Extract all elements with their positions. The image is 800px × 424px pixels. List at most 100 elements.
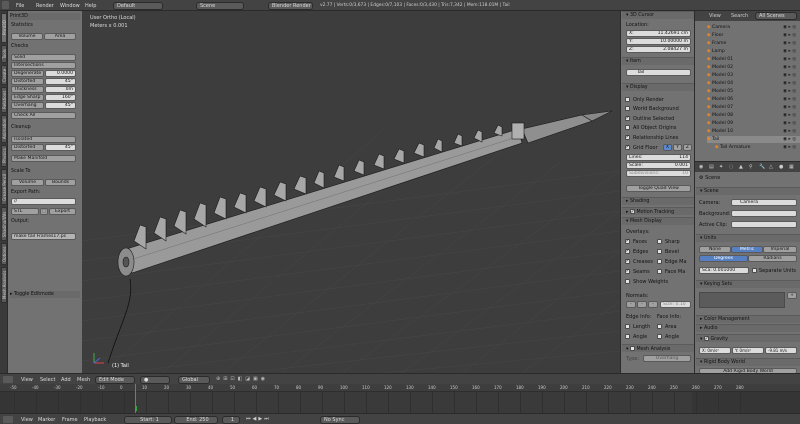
visibility-icon[interactable]: ◉ ▸ ◎ xyxy=(783,96,796,103)
world-bg-checkbox[interactable] xyxy=(625,106,630,111)
visibility-icon[interactable]: ◉ ▸ ◎ xyxy=(783,56,796,63)
scale-volume-button[interactable]: Volume xyxy=(11,179,44,186)
panel-3d-cursor[interactable]: ▾ 3D Cursor xyxy=(622,11,694,19)
radians-button[interactable]: Radians xyxy=(748,255,797,262)
tab-animation[interactable]: Animation xyxy=(1,115,7,143)
cursor-y-field[interactable]: Y: 10.00000 m xyxy=(626,38,691,45)
degrees-button[interactable]: Degrees xyxy=(699,255,748,262)
visibility-icon[interactable]: ◉ ▸ ◎ xyxy=(783,112,796,119)
layout-select[interactable]: Default xyxy=(113,1,163,10)
outliner-item[interactable]: ◆ Model 06 ◉ ▸ ◎ xyxy=(707,96,800,103)
visibility-icon[interactable]: ◉ ▸ ◎ xyxy=(783,48,796,55)
face-angle-checkbox[interactable] xyxy=(657,334,662,339)
data-tab-icon[interactable]: △ xyxy=(769,164,773,170)
grid-floor-checkbox[interactable] xyxy=(625,144,630,150)
normals-face-toggle[interactable]: · xyxy=(648,301,658,308)
edge-marks-checkbox[interactable] xyxy=(657,259,662,264)
mode-select[interactable]: Edit Mode xyxy=(95,375,135,384)
menu-help[interactable]: Help xyxy=(85,3,96,9)
outliner-item[interactable]: ◆ Model 01 ◉ ▸ ◎ xyxy=(707,56,800,63)
volume-button[interactable]: Volume xyxy=(11,33,43,40)
grid-x-toggle[interactable]: X xyxy=(663,144,672,151)
distorted-cleanup-button[interactable]: Distorted xyxy=(11,144,44,151)
export-button[interactable]: Export xyxy=(49,208,76,215)
outline-checkbox[interactable] xyxy=(625,115,630,121)
camera-field[interactable]: Camera xyxy=(731,199,797,206)
isolated-button[interactable]: Isolated xyxy=(11,136,76,143)
scale-bounds-button[interactable]: Bounds xyxy=(45,179,76,186)
tab-options[interactable]: Options xyxy=(1,243,7,265)
overhang-field[interactable]: 45° xyxy=(45,102,76,109)
gravity-y-field[interactable]: Y: 0m/s² xyxy=(732,347,764,354)
vp-mesh-menu[interactable]: Mesh xyxy=(77,377,90,383)
face-area-checkbox[interactable] xyxy=(657,324,662,329)
scene-tab-icon[interactable]: ✦ xyxy=(719,164,723,170)
output-field[interactable]: make tail Frames17.ps xyxy=(11,233,76,240)
tab-create[interactable]: Create xyxy=(1,65,7,85)
outliner-item[interactable]: ◆ Model 07 ◉ ▸ ◎ xyxy=(707,104,800,111)
rel-lines-checkbox[interactable] xyxy=(625,134,630,140)
units-none-button[interactable]: None xyxy=(699,246,731,253)
menu-render[interactable]: Render xyxy=(36,3,54,9)
distorted-field[interactable]: 45° xyxy=(45,78,76,85)
normals-vertex-toggle[interactable]: · xyxy=(626,301,636,308)
tab-print3d[interactable]: Print3D xyxy=(1,13,7,43)
tab-physics[interactable]: Physics xyxy=(1,145,7,167)
panel-audio[interactable]: ▸ Audio xyxy=(696,324,800,332)
timeline-editor-icon[interactable] xyxy=(3,416,13,423)
outliner-item[interactable]: ◆ Model 08 ◉ ▸ ◎ xyxy=(707,112,800,119)
only-render-checkbox[interactable] xyxy=(625,97,630,102)
face-marks-checkbox[interactable] xyxy=(657,269,662,274)
normals-size-field[interactable]: Size: 0.10 xyxy=(660,301,691,308)
toggle-editmode-panel[interactable]: ▸ Toggle Editmode xyxy=(10,291,80,298)
snap-tools-icons[interactable]: ⊕⊞⊡◧◪▣◉ xyxy=(216,376,268,382)
visibility-icon[interactable]: ◉ ▸ ◎ xyxy=(783,120,796,127)
outliner-search-menu[interactable]: Search xyxy=(731,13,748,19)
panel-motion-tracking[interactable]: ▸ Motion Tracking xyxy=(622,207,694,216)
visibility-icon[interactable]: ◉ ▸ ◎ xyxy=(783,88,796,95)
export-path-field[interactable]: // xyxy=(11,198,76,205)
visibility-icon[interactable]: ◉ ▸ ◎ xyxy=(783,144,796,151)
length-checkbox[interactable] xyxy=(625,324,630,329)
outliner-item[interactable]: ◆ Model 05 ◉ ▸ ◎ xyxy=(707,88,800,95)
timeline[interactable]: -50 -40 -30 -20 -10 0 10 20 30 40 50 60 70 80 90 100 110… xyxy=(0,384,800,413)
tab-tools[interactable]: Tools xyxy=(1,45,7,63)
visibility-icon[interactable]: ◉ ▸ ◎ xyxy=(783,128,796,135)
panel-print3d-header[interactable]: Print3D xyxy=(10,13,80,20)
material-tab-icon[interactable]: ● xyxy=(779,164,783,170)
outliner-item[interactable]: ◆ Frame ◉ ▸ ◎ xyxy=(707,40,800,47)
distorted-cleanup-field[interactable]: 45° xyxy=(45,144,76,151)
modifiers-tab-icon[interactable]: 🔧 xyxy=(759,164,765,170)
units-imperial-button[interactable]: Imperial xyxy=(763,246,797,253)
panel-display[interactable]: ▾ Display xyxy=(622,83,694,91)
outliner-item[interactable]: ◆ Tail Armature ◉ ▸ ◎ xyxy=(715,144,800,151)
shading-select[interactable]: ● xyxy=(140,375,170,384)
outliner-item[interactable]: ◆ Lamp ◉ ▸ ◎ xyxy=(707,48,800,55)
outliner-item[interactable]: ◆ Camera ◉ ▸ ◎ xyxy=(707,24,800,31)
cursor-x-field[interactable]: X: 11.42691 cm xyxy=(626,30,691,37)
area-button[interactable]: Area xyxy=(44,33,76,40)
keying-sets-list[interactable] xyxy=(699,292,785,308)
outliner-item[interactable]: ◆ Model 02 ◉ ▸ ◎ xyxy=(707,64,800,71)
edge-sharp-field[interactable]: 160° xyxy=(45,94,76,101)
render-engine-select[interactable]: Blender Render xyxy=(268,1,313,10)
outliner-item[interactable]: ◆ Model 09 ◉ ▸ ◎ xyxy=(707,120,800,127)
editor-type-icon[interactable] xyxy=(3,376,13,383)
panel-mesh-analysis[interactable]: ▾ Mesh Analysis xyxy=(622,344,694,352)
visibility-icon[interactable]: ◉ ▸ ◎ xyxy=(783,80,796,87)
outliner-display-select[interactable]: All Scenes xyxy=(755,12,797,20)
faces-checkbox[interactable] xyxy=(625,238,630,244)
gravity-x-field[interactable]: X: 0m/s² xyxy=(699,347,731,354)
constraints-tab-icon[interactable]: ⚲ xyxy=(749,164,753,170)
cursor-z-field[interactable]: Z: 2.08427 m xyxy=(626,46,691,53)
edge-angle-checkbox[interactable] xyxy=(625,334,630,339)
solid-button[interactable]: Solid xyxy=(11,54,76,61)
panel-rigid-body[interactable]: ▾ Rigid Body World xyxy=(696,358,800,366)
panel-shading[interactable]: ▸ Shading xyxy=(622,197,694,205)
degenerate-field[interactable]: 0.0000 xyxy=(45,70,76,77)
panel-color-management[interactable]: ▸ Color Management xyxy=(696,315,800,323)
analysis-type-select[interactable]: Overhang xyxy=(643,355,691,362)
units-metric-button[interactable]: Metric xyxy=(731,246,763,253)
active-clip-field[interactable] xyxy=(731,221,797,228)
lines-field[interactable]: Lines: 114 xyxy=(626,154,691,161)
